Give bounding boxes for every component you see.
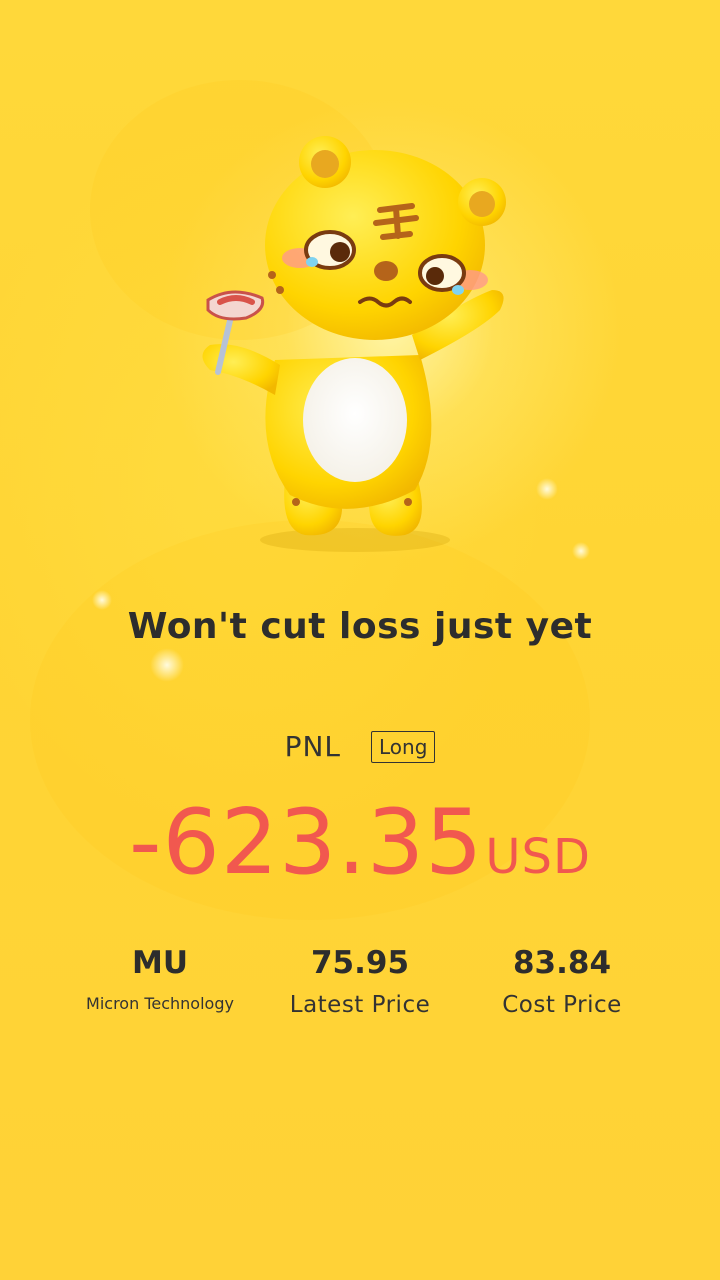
latest-price: 75.95 Latest Price xyxy=(250,942,470,1018)
crying-tiger-mascot-icon xyxy=(202,136,506,552)
stock-name: Micron Technology xyxy=(86,994,234,1013)
position-stats: MU Micron Technology 75.95 Latest Price … xyxy=(0,942,720,1042)
pnl-label: PNL xyxy=(284,730,342,763)
latest-price-label: Latest Price xyxy=(289,992,431,1018)
sparkle xyxy=(572,542,590,560)
stock-symbol: MU xyxy=(131,945,189,981)
pnl-amount: -623.35 USD xyxy=(0,790,720,895)
tagline: Won't cut loss just yet xyxy=(127,606,593,647)
cost-price-label: Cost Price xyxy=(502,992,622,1018)
pnl-currency: USD xyxy=(485,829,591,885)
cost-price: 83.84 Cost Price xyxy=(452,942,672,1018)
stock-info: MU Micron Technology xyxy=(50,942,270,1013)
cost-price-value: 83.84 xyxy=(512,945,612,981)
latest-price-value: 75.95 xyxy=(310,945,410,981)
pnl-value: -623.35 xyxy=(129,790,484,895)
sparkle xyxy=(150,648,184,682)
position-side-badge: Long xyxy=(371,730,436,763)
pnl-header: PNL Long xyxy=(0,730,720,763)
